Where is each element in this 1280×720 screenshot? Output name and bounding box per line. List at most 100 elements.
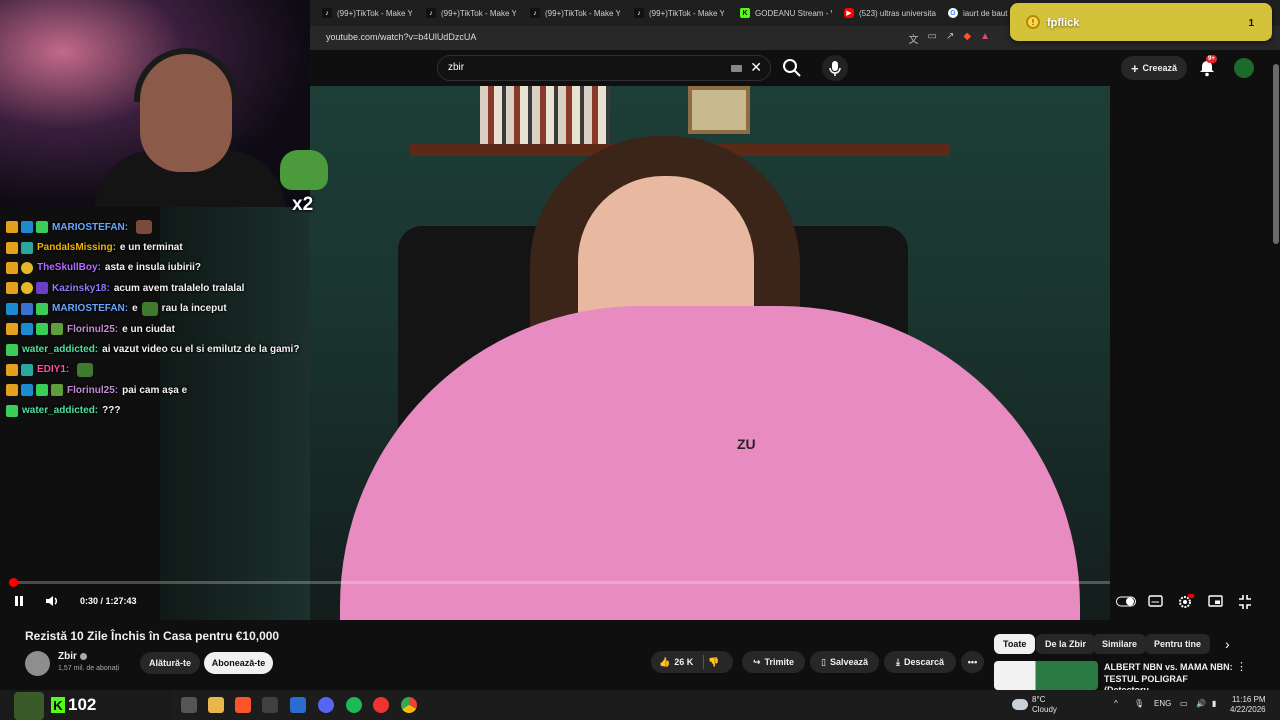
chip-from-zbir[interactable]: De la Zbir [1036, 634, 1096, 654]
store-icon[interactable] [290, 697, 306, 713]
pepe-emote-icon [141, 301, 158, 316]
browser-tab[interactable]: ♪ (99+)TikTok - Make Yo [322, 3, 412, 23]
tray-overflow-icon[interactable]: ^ [1114, 699, 1118, 708]
volume-icon[interactable] [44, 594, 60, 608]
microphone-tray-icon[interactable]: 🎙 [1134, 699, 1144, 708]
chip-for-you[interactable]: Pentru tine [1145, 634, 1211, 654]
sword-badge-icon [21, 323, 33, 336]
chat-username[interactable]: water_addicted: [22, 405, 98, 416]
language-indicator[interactable]: ENG [1154, 699, 1171, 708]
more-actions-button[interactable]: ••• [961, 651, 984, 673]
chat-username[interactable]: TheSkullBoy: [37, 262, 101, 273]
miniplayer-icon[interactable] [1208, 595, 1223, 607]
chat-message: water_addicted: ai vazut video cu el si e… [6, 339, 336, 359]
chrome-icon[interactable] [401, 697, 417, 713]
channel-name[interactable]: Zbir [58, 651, 87, 662]
create-button[interactable]: + Creează [1121, 56, 1187, 80]
translate-icon[interactable]: 文 [909, 31, 919, 46]
search-input[interactable]: zbir [448, 62, 464, 73]
recommendation-thumbnail[interactable] [994, 661, 1098, 690]
thumbs-down-icon[interactable]: 👎 [708, 657, 719, 668]
browser-tab[interactable]: ♪ (99+)TikTok - Make Yo [426, 3, 516, 23]
coin-icon: ! [1026, 15, 1040, 29]
chat-username[interactable]: MARIOSTEFAN: [52, 222, 128, 233]
tiktok-icon: ♪ [634, 8, 644, 18]
join-button[interactable]: Alătură-te [140, 652, 200, 674]
pause-icon[interactable] [12, 594, 26, 608]
crown-badge-icon [6, 323, 18, 336]
screen: { "browser": { "tabs": [ {"label": "(99+… [0, 0, 1280, 720]
chips-next-icon[interactable]: › [1225, 636, 1230, 652]
spotify-icon[interactable] [346, 697, 362, 713]
browser-tab[interactable]: ▶ (523) ultras universitat [844, 3, 936, 23]
clear-search-icon[interactable]: ✕ [750, 59, 762, 76]
brave-rewards-icon[interactable]: ▲ [980, 31, 990, 46]
chat-text: ??? [102, 405, 121, 417]
brave-shield-icon[interactable]: ◆ [963, 31, 971, 46]
browser-tab[interactable]: ♪ (99+)TikTok - Make Yo [530, 3, 620, 23]
chat-message: water_addicted:??? [6, 401, 336, 421]
progress-bar[interactable] [12, 581, 1110, 584]
speaker-icon[interactable]: 🔊 [1196, 699, 1206, 708]
chat-message: Kazinsky18: acum avem tralalelo tralalal [6, 278, 336, 298]
share-button[interactable]: ↪ Trimite [742, 651, 805, 673]
exit-fullscreen-icon[interactable] [1238, 595, 1252, 609]
search-box[interactable]: zbir ✕ [437, 55, 771, 81]
chat-username[interactable]: EDIY1: [37, 364, 69, 375]
weather-widget[interactable]: 8°C Cloudy [1032, 695, 1057, 715]
chat-username[interactable]: Florinul25: [67, 385, 118, 396]
chip-related[interactable]: Similare [1093, 634, 1147, 654]
player-side-area [1110, 86, 1280, 620]
cloud-icon [1012, 699, 1028, 710]
crown-badge-icon [6, 261, 18, 274]
crown-badge-icon [6, 384, 18, 397]
like-count[interactable]: 26 K [674, 657, 693, 667]
share-icon[interactable]: ↗ [946, 31, 954, 46]
account-avatar[interactable] [1234, 58, 1254, 78]
browser-tab[interactable]: ♪ (99+)TikTok - Make Yo [634, 3, 724, 23]
scrollbar-thumb[interactable] [1273, 64, 1279, 244]
download-button[interactable]: ⤓ Descarcă [884, 651, 956, 673]
obs-icon[interactable] [262, 697, 278, 713]
task-view-icon[interactable] [181, 697, 197, 713]
battery-icon[interactable]: ▮ [1212, 699, 1216, 708]
autoplay-toggle-icon[interactable] [1116, 596, 1136, 607]
chip-all[interactable]: Toate [994, 634, 1036, 654]
settings-gear-icon[interactable] [1178, 594, 1194, 609]
chat-username[interactable]: Florinul25: [67, 324, 118, 335]
address-bar-actions: 文 ▭ ↗ ◆ ▲ [909, 31, 990, 46]
discord-icon[interactable] [318, 697, 334, 713]
crown-badge-icon [6, 363, 18, 376]
crown-badge-icon [6, 221, 18, 234]
search-icon[interactable] [780, 56, 804, 80]
subscribe-button[interactable]: Abonează-te [204, 652, 273, 674]
network-icon[interactable]: ▭ [1180, 699, 1188, 708]
cast-icon[interactable]: ▭ [928, 31, 937, 46]
steelseries-icon[interactable] [373, 697, 389, 713]
url-text[interactable]: youtube.com/watch?v=b4UlUdDzcUA [326, 32, 476, 42]
recommendation-menu-icon[interactable]: ⋮ [1236, 660, 1247, 673]
channel-avatar[interactable] [25, 651, 50, 676]
crown-badge-icon [6, 282, 18, 295]
chat-text: pai cam așa e [122, 384, 188, 396]
browser-tab[interactable]: Giaurt de baut [948, 3, 1010, 23]
brave-browser-icon[interactable] [235, 697, 251, 713]
chat-username[interactable]: Kazinsky18: [52, 283, 110, 294]
subtitles-icon[interactable] [1148, 595, 1163, 607]
system-clock[interactable]: 11:16 PM 4/22/2026 [1230, 695, 1266, 715]
browser-tab[interactable]: K GODEANU Stream - Vi [740, 3, 832, 23]
save-button[interactable]: ▯ Salvează [810, 651, 879, 673]
green-badge-icon [36, 323, 48, 336]
chat-message: MARIOSTEFAN: [6, 217, 336, 237]
video-title: Rezistă 10 Zile Închis în Casa pentru €1… [25, 629, 280, 643]
progress-scrubber[interactable] [9, 578, 18, 587]
kick-logo-icon: K [51, 697, 65, 713]
voice-search-button[interactable] [822, 55, 848, 81]
chat-username[interactable]: PandaIsMissing: [37, 242, 116, 253]
file-explorer-icon[interactable] [208, 697, 224, 713]
thumbs-up-icon[interactable]: 👍 [659, 657, 670, 668]
chat-username[interactable]: water_addicted: [22, 344, 98, 355]
keyboard-icon[interactable] [731, 65, 742, 72]
tiktok-icon: ♪ [426, 8, 436, 18]
chat-username[interactable]: MARIOSTEFAN: [52, 303, 128, 314]
